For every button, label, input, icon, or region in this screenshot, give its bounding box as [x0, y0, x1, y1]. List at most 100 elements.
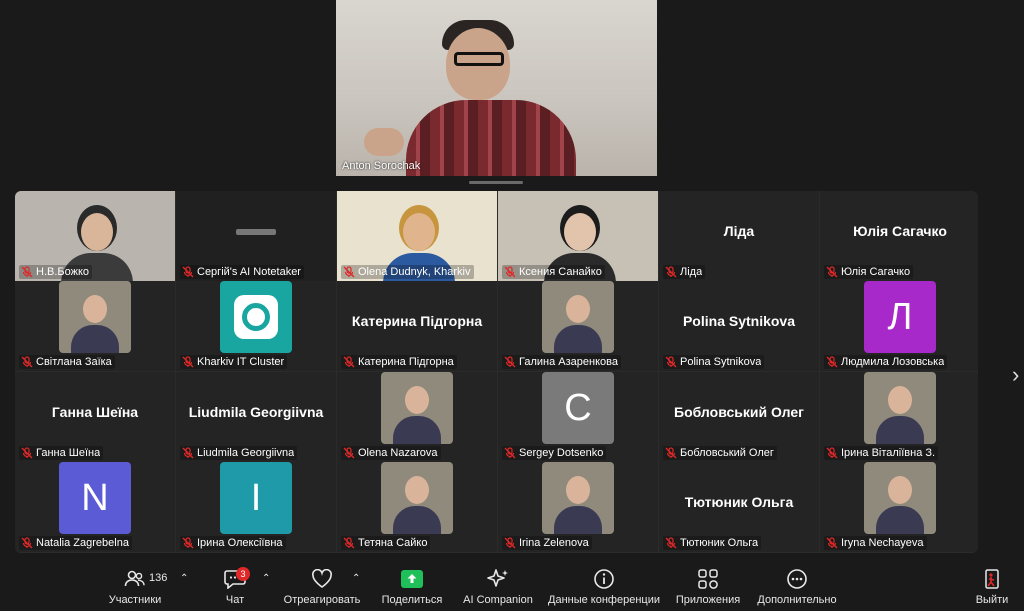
- leave-button[interactable]: Выйти: [974, 566, 1010, 606]
- participant-tile[interactable]: Ганна Шеїна Ганна Шеїна: [15, 372, 175, 462]
- participant-tile[interactable]: Ірина Віталіївна З.: [820, 372, 978, 462]
- meeting-info-button[interactable]: Данные конференции: [545, 566, 663, 606]
- participant-tile[interactable]: Тютюник Ольга Тютюник Ольга: [659, 462, 819, 552]
- info-icon: [545, 566, 663, 592]
- participant-name: Ліда: [680, 266, 703, 278]
- participant-tile[interactable]: Iryna Nechayeva: [820, 462, 978, 552]
- participant-name: Liudmila Georgiivna: [197, 447, 295, 459]
- participant-name: Бобловський Олег: [680, 447, 774, 459]
- mic-muted-icon: [21, 447, 33, 459]
- logo-mark: [242, 303, 270, 331]
- participant-name-label: Olena Nazarova: [341, 446, 441, 460]
- apps-label: Приложения: [675, 594, 741, 606]
- participant-tile[interactable]: Ліда Ліда: [659, 191, 819, 281]
- react-button[interactable]: Отреагировать: [280, 566, 364, 606]
- avatar: [542, 281, 614, 353]
- participant-tile[interactable]: Ксения Санайко: [498, 191, 658, 281]
- ai-companion-button[interactable]: AI Companion: [460, 566, 536, 606]
- participant-name-label: Ліда: [663, 265, 706, 279]
- avatar-body: [876, 506, 924, 534]
- participant-name-label: Ксения Санайко: [502, 265, 605, 279]
- mic-muted-icon: [504, 356, 516, 368]
- participant-face: [564, 213, 596, 251]
- participant-tile[interactable]: C Sergey Dotsenko: [498, 372, 658, 462]
- share-screen-button[interactable]: Поделиться: [378, 566, 446, 606]
- avatar-body: [393, 506, 441, 534]
- meeting-toolbar: Участники Чат Отреагировать Поделиться A…: [0, 558, 1024, 611]
- participant-name: Irina Zelenova: [519, 537, 589, 549]
- participant-tile[interactable]: Н.В.Божко: [15, 191, 175, 281]
- participant-tile[interactable]: Olena Dudnyk, Kharkiv: [337, 191, 497, 281]
- participant-name: Юлія Сагачко: [841, 266, 911, 278]
- participant-name: Iryna Nechayeva: [841, 537, 924, 549]
- participant-name-label: Sergey Dotsenko: [502, 446, 607, 460]
- chat-options-chevron-icon[interactable]: ⌃: [262, 573, 270, 584]
- avatar-face: [566, 476, 590, 504]
- participant-tile[interactable]: I Ірина Олексіївна: [176, 462, 336, 552]
- participant-name: Olena Dudnyk, Kharkiv: [358, 266, 471, 278]
- leave-label: Выйти: [975, 594, 1009, 606]
- avatar: [864, 462, 936, 534]
- participant-tile[interactable]: Катерина Підгорна Катерина Підгорна: [337, 281, 497, 371]
- participant-name-label: Людмила Лозовська: [824, 355, 948, 369]
- participant-tile[interactable]: Юлія Сагачко Юлія Сагачко: [820, 191, 978, 281]
- mic-muted-icon: [182, 537, 194, 549]
- participant-tile[interactable]: Irina Zelenova: [498, 462, 658, 552]
- participant-name: Ганна Шеїна: [36, 447, 101, 459]
- next-page-arrow-icon[interactable]: ›: [1012, 362, 1019, 388]
- participant-name-label: Polina Sytnikova: [663, 355, 765, 369]
- participant-tile[interactable]: Polina Sytnikova Polina Sytnikova: [659, 281, 819, 371]
- avatar-face: [566, 295, 590, 323]
- active-speaker-video[interactable]: Anton Sorochak: [336, 0, 657, 176]
- participants-options-chevron-icon[interactable]: ⌃: [180, 573, 188, 584]
- mic-muted-icon: [21, 356, 33, 368]
- ai-companion-label: AI Companion: [463, 594, 533, 606]
- mic-muted-icon: [21, 537, 33, 549]
- avatar: [381, 462, 453, 534]
- resize-handle[interactable]: [469, 181, 523, 184]
- avatar-body: [554, 325, 602, 353]
- mic-muted-icon: [665, 447, 677, 459]
- more-button[interactable]: Дополнительно: [754, 566, 840, 606]
- participant-name: Галина Азаренкова: [519, 356, 618, 368]
- participant-name-label: Irina Zelenova: [502, 536, 592, 550]
- avatar-face: [83, 295, 107, 323]
- chat-label: Чат: [225, 594, 245, 606]
- mic-muted-icon: [182, 447, 194, 459]
- participant-name: Людмила Лозовська: [841, 356, 945, 368]
- participant-tile[interactable]: Сергій's AI Notetaker: [176, 191, 336, 281]
- participant-tile[interactable]: Liudmila Georgiivna Liudmila Georgiivna: [176, 372, 336, 462]
- participant-tile[interactable]: Бобловський Олег Бобловський Олег: [659, 372, 819, 462]
- participant-name-label: Ірина Віталіївна З.: [824, 446, 939, 460]
- avatar: I: [220, 462, 292, 534]
- participant-name-label: Ірина Олексіївна: [180, 536, 286, 550]
- apps-button[interactable]: Приложения: [672, 566, 744, 606]
- participant-tile[interactable]: N Natalia Zagrebelna: [15, 462, 175, 552]
- participant-tile[interactable]: Kharkiv IT Cluster: [176, 281, 336, 371]
- mic-muted-icon: [182, 266, 194, 278]
- participant-name-label: Галина Азаренкова: [502, 355, 621, 369]
- participant-tile[interactable]: Л Людмила Лозовська: [820, 281, 978, 371]
- participant-name: Ксения Санайко: [519, 266, 602, 278]
- participant-name-label: Тютюник Ольга: [663, 536, 762, 550]
- participant-tile[interactable]: Тетяна Сайко: [337, 462, 497, 552]
- participant-display-name: Liudmila Georgiivna: [188, 404, 324, 420]
- avatar: [542, 462, 614, 534]
- participant-tile[interactable]: Галина Азаренкова: [498, 281, 658, 371]
- participant-face: [403, 213, 435, 251]
- mic-muted-icon: [182, 356, 194, 368]
- react-label: Отреагировать: [283, 594, 361, 606]
- react-options-chevron-icon[interactable]: ⌃: [352, 573, 360, 584]
- apps-icon: [672, 566, 744, 592]
- participant-tile[interactable]: Світлана Заїка: [15, 281, 175, 371]
- avatar-face: [888, 386, 912, 414]
- gallery-view: Н.В.Божко Сергій's AI Notetaker Olena Dudn…: [15, 191, 978, 553]
- avatar-face: [405, 476, 429, 504]
- avatar: [381, 372, 453, 444]
- participant-display-name: Ганна Шеїна: [51, 404, 139, 420]
- participant-tile[interactable]: Olena Nazarova: [337, 372, 497, 462]
- participant-name: Polina Sytnikova: [680, 356, 762, 368]
- participant-name-label: Iryna Nechayeva: [824, 536, 927, 550]
- participant-name-label: Катерина Підгорна: [341, 355, 457, 369]
- more-icon: [754, 566, 840, 592]
